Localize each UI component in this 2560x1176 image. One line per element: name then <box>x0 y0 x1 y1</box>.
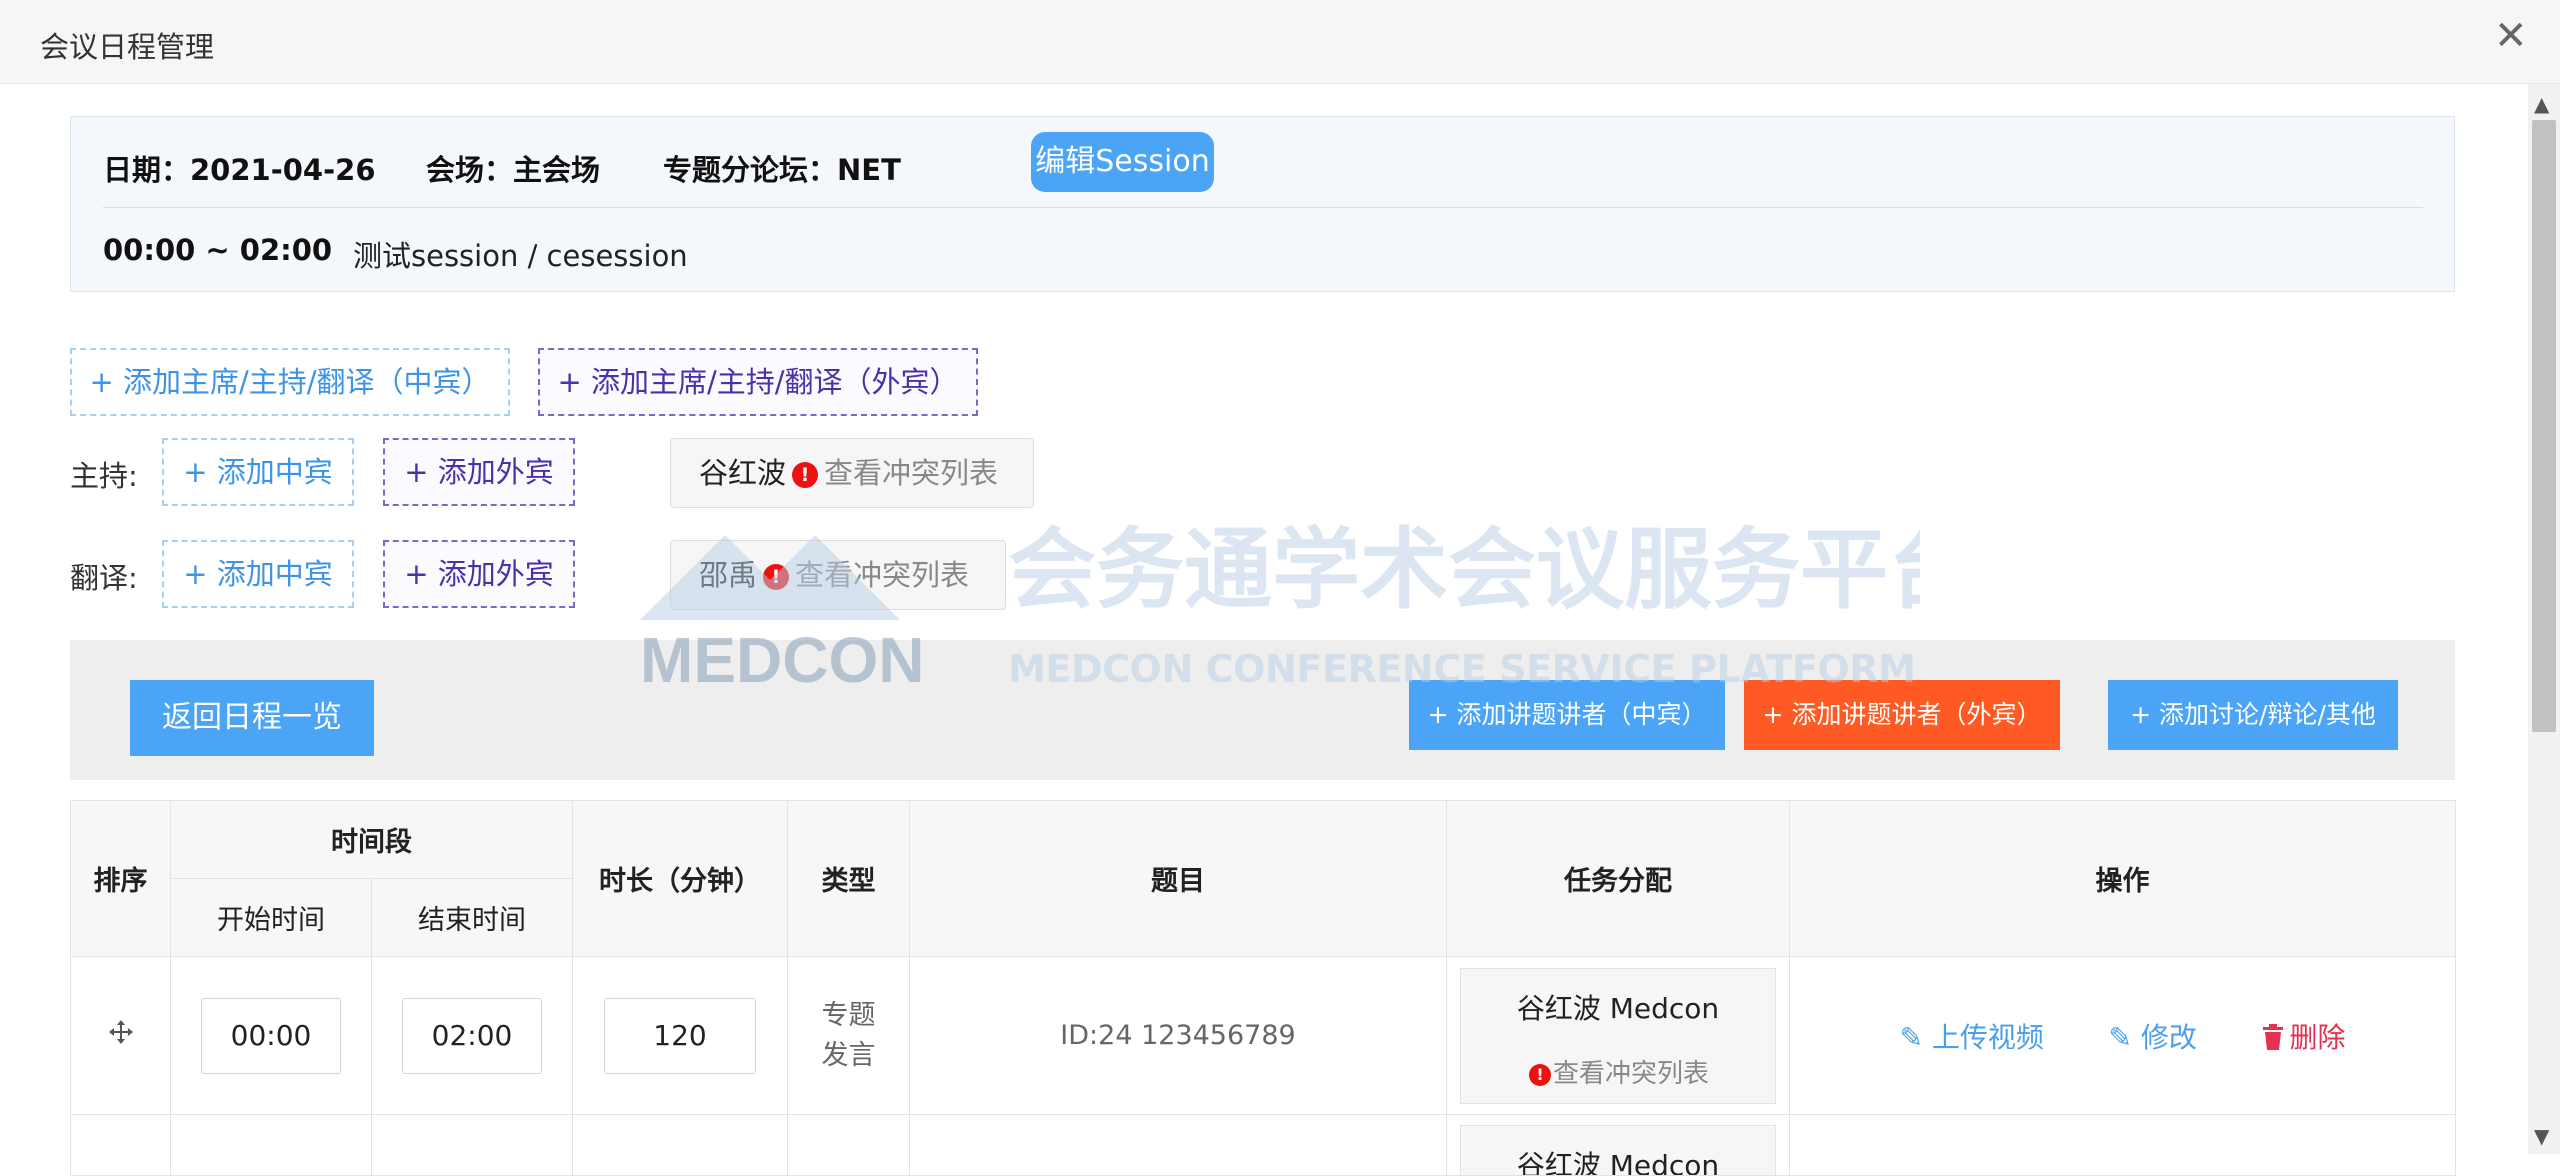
translator-add-domestic-button[interactable]: + 添加中宾 <box>162 540 354 608</box>
start-time-input[interactable]: 00:00 <box>201 997 341 1074</box>
scroll-down-arrow-icon[interactable]: ▼ <box>2534 1124 2549 1148</box>
session-info-panel: 日期：2021-04-26 会场：主会场 专题分论坛：NET 编辑Session… <box>70 116 2455 292</box>
col-duration-header: 时长（分钟） <box>572 800 788 957</box>
session-forum: 专题分论坛：NET <box>663 153 901 187</box>
row-topic: ID:24 123456789 <box>909 956 1447 1115</box>
col-type-header: 类型 <box>787 800 910 957</box>
translator-conflict-link[interactable]: 查看冲突列表 <box>795 558 969 592</box>
close-icon[interactable]: ✕ <box>2494 16 2528 56</box>
session-time-range: 00:00 ~ 02:00 <box>103 233 333 267</box>
col-topic-header: 题目 <box>909 800 1447 957</box>
add-chair-domestic-button[interactable]: + 添加主席/主持/翻译（中宾） <box>70 348 510 416</box>
translator-add-foreign-button[interactable]: + 添加外宾 <box>383 540 575 608</box>
back-to-schedule-button[interactable]: 返回日程一览 <box>130 680 374 756</box>
pencil-icon: ✎ <box>1899 1020 1932 1054</box>
divider <box>103 207 2423 208</box>
vertical-scrollbar[interactable]: ▲ ▼ <box>2528 84 2560 1154</box>
dialog-titlebar: 会议日程管理 ✕ <box>0 0 2560 84</box>
assignee-name: 谷红波 Medcon <box>1516 991 1720 1025</box>
col-ops-header: 操作 <box>1789 800 2456 957</box>
session-name: 测试session / cesession <box>353 239 688 273</box>
host-label: 主持: <box>70 459 138 493</box>
scroll-up-arrow-icon[interactable]: ▲ <box>2534 92 2549 116</box>
assignee-conflict-link[interactable]: 查看冲突列表 <box>1553 1059 1709 1089</box>
delete-row-button[interactable]: 删除 <box>2261 1016 2345 1056</box>
table-row: 00:00 02:00 120 专题发言 ID:24 123456789 谷红波… <box>70 956 2456 1115</box>
warning-icon: ! <box>763 564 790 590</box>
host-add-foreign-button[interactable]: + 添加外宾 <box>383 438 575 506</box>
warning-icon: ! <box>792 462 819 488</box>
translator-person-chip: 邵禹! 查看冲突列表 <box>670 540 1006 610</box>
host-person-chip: 谷红波! 查看冲突列表 <box>670 438 1034 508</box>
session-date: 日期：2021-04-26 <box>103 153 376 187</box>
session-venue: 会场：主会场 <box>426 153 601 187</box>
row-type: 专题发言 <box>787 956 910 1115</box>
edit-row-button[interactable]: ✎ 修改 <box>2108 1016 2196 1056</box>
add-chair-foreign-button[interactable]: + 添加主席/主持/翻译（外宾） <box>538 348 978 416</box>
translator-person-name: 邵禹 <box>699 558 758 592</box>
assignee-name: 谷红波 Medcon <box>1516 1149 1720 1175</box>
scrollbar-thumb[interactable] <box>2532 120 2556 732</box>
col-assign-header: 任务分配 <box>1446 800 1790 957</box>
duration-input[interactable]: 120 <box>604 997 756 1074</box>
assignee-card: 谷红波 Medcon <box>1460 1125 1776 1175</box>
table-row: 谷红波 Medcon <box>70 1114 2456 1176</box>
action-toolbar: 返回日程一览 + 添加讲题讲者（中宾） + 添加讲题讲者（外宾） + 添加讨论/… <box>70 640 2455 780</box>
col-start-header: 开始时间 <box>170 878 372 957</box>
pencil-icon: ✎ <box>2108 1020 2141 1054</box>
edit-session-button[interactable]: 编辑Session <box>1031 132 1214 192</box>
trash-icon <box>2263 1023 2284 1050</box>
schedule-table: 排序 时间段 时长（分钟） 类型 题目 任务分配 操作 开始时间 结束时间 00… <box>70 800 2456 1176</box>
dialog-title: 会议日程管理 <box>40 30 215 64</box>
end-time-input[interactable]: 02:00 <box>402 997 542 1074</box>
col-end-header: 结束时间 <box>371 878 573 957</box>
host-conflict-link[interactable]: 查看冲突列表 <box>824 456 998 490</box>
assignee-card: 谷红波 Medcon ! 查看冲突列表 <box>1460 967 1776 1104</box>
col-period-header: 时间段 <box>170 800 573 879</box>
watermark-cn-text: 会务通学术会议服务平台 <box>1008 520 1920 621</box>
add-speaker-domestic-button[interactable]: + 添加讲题讲者（中宾） <box>1409 680 1725 750</box>
warning-icon: ! <box>1528 1063 1551 1086</box>
col-order-header: 排序 <box>70 800 171 957</box>
translator-label: 翻译: <box>70 561 138 595</box>
upload-video-button[interactable]: ✎ 上传视频 <box>1900 1016 2044 1056</box>
drag-handle-icon[interactable] <box>70 956 171 1115</box>
add-speaker-foreign-button[interactable]: + 添加讲题讲者（外宾） <box>1744 680 2060 750</box>
add-discussion-button[interactable]: + 添加讨论/辩论/其他 <box>2108 680 2398 750</box>
host-person-name: 谷红波 <box>699 456 787 490</box>
host-add-domestic-button[interactable]: + 添加中宾 <box>162 438 354 506</box>
